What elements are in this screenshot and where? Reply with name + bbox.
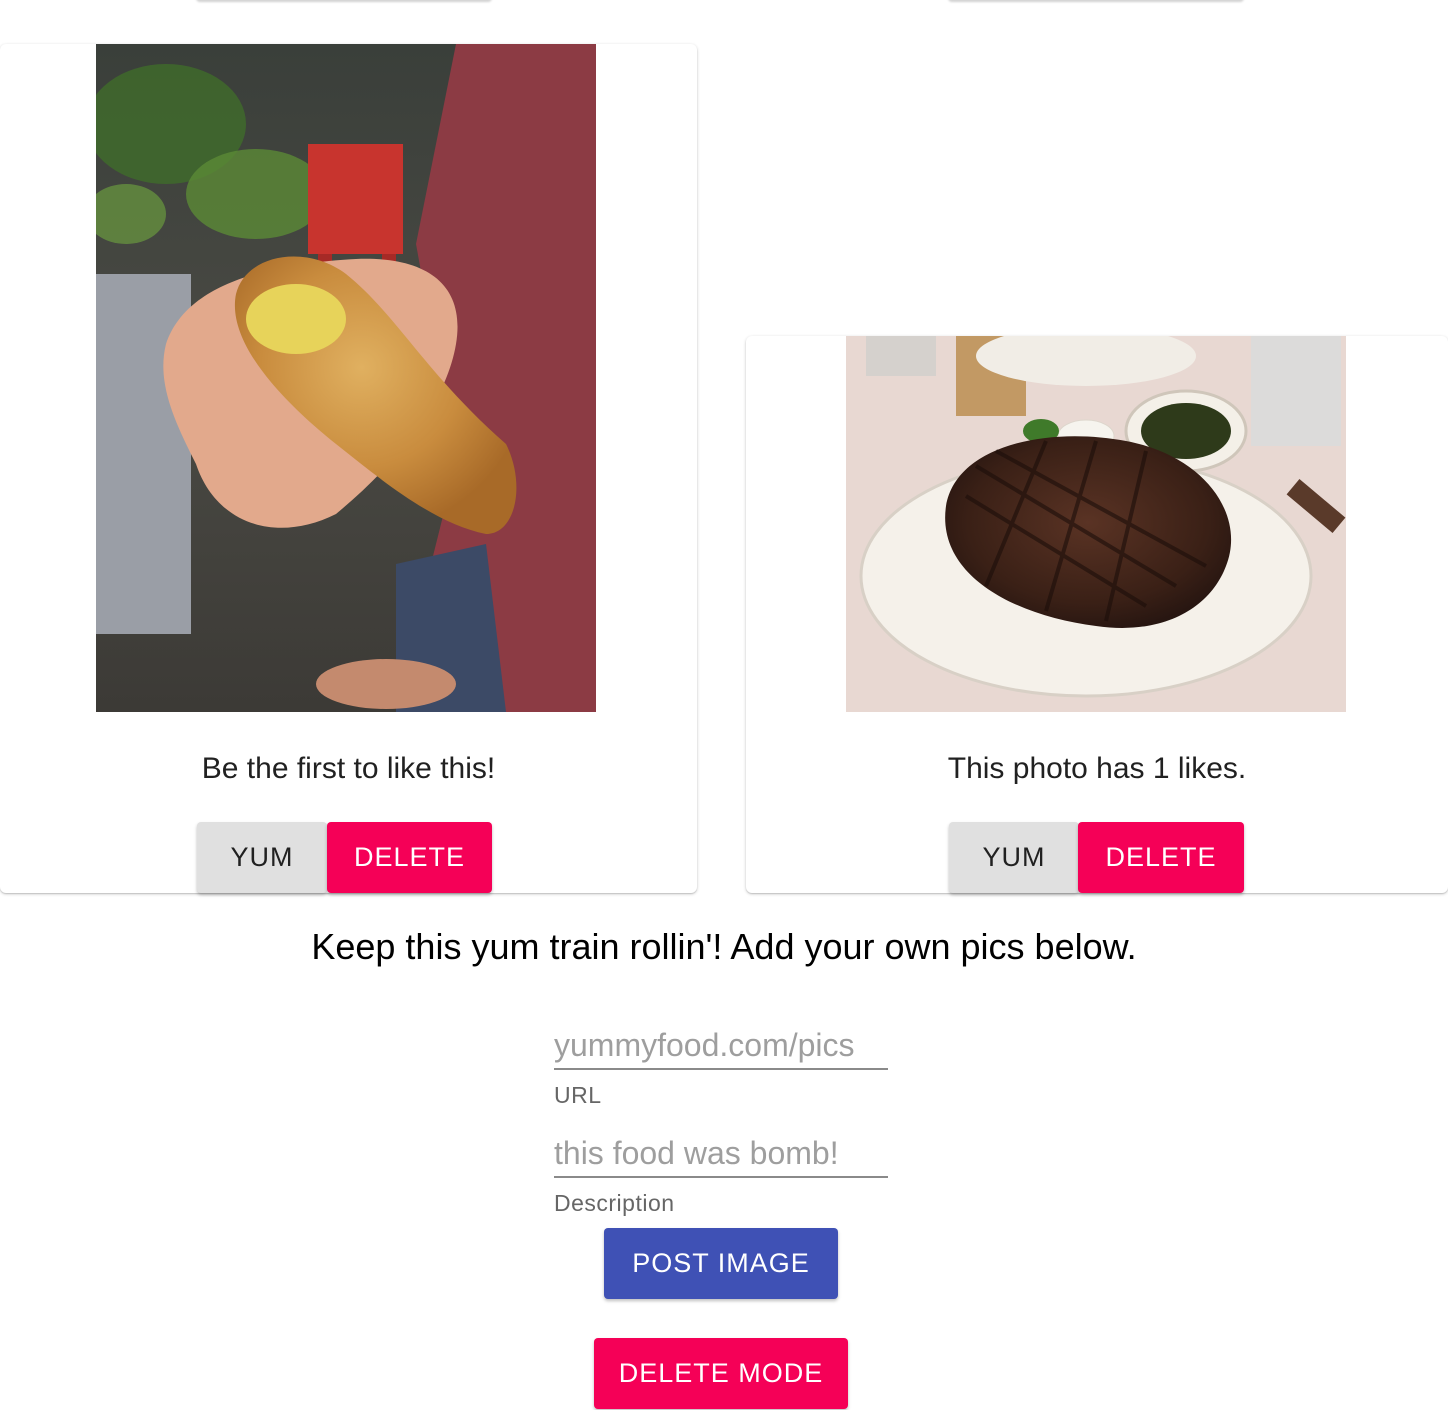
likes-caption: Be the first to like this! bbox=[201, 752, 496, 785]
page: Be the first to like this! YUM DELETE Th… bbox=[0, 0, 1448, 1410]
yum-button[interactable]: YUM bbox=[197, 822, 327, 893]
post-image-button[interactable]: POST IMAGE bbox=[604, 1228, 838, 1299]
url-field: URL bbox=[554, 1022, 888, 1109]
description-helper-text: Description bbox=[554, 1190, 675, 1216]
delete-button[interactable]: DELETE bbox=[327, 822, 492, 893]
photo-card: This photo has 1 likes. YUM DELETE bbox=[746, 336, 1448, 893]
photo-card: Be the first to like this! YUM DELETE bbox=[0, 44, 697, 893]
food-photo-steak[interactable] bbox=[846, 336, 1346, 712]
add-pics-headline: Keep this yum train rollin'! Add your ow… bbox=[311, 926, 1137, 967]
yum-button[interactable]: YUM bbox=[949, 822, 1079, 893]
likes-caption: This photo has 1 likes. bbox=[947, 752, 1247, 785]
steak-photo-image bbox=[846, 336, 1346, 712]
plantain-photo-image bbox=[96, 44, 596, 712]
delete-button[interactable]: DELETE bbox=[1078, 822, 1244, 893]
description-input[interactable] bbox=[554, 1130, 888, 1178]
food-photo-plantain[interactable] bbox=[96, 44, 596, 712]
delete-mode-button[interactable]: DELETE MODE bbox=[594, 1338, 848, 1409]
url-input[interactable] bbox=[554, 1022, 888, 1070]
description-field: Description bbox=[554, 1130, 888, 1217]
url-helper-text: URL bbox=[554, 1082, 602, 1108]
